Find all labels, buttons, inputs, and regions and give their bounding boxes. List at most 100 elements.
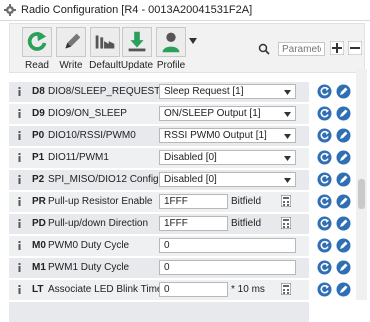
parameter-row-pr: PR Pull-up Resistor Enable 1FFF Bitfield — [9, 192, 309, 212]
refresh-icon[interactable] — [317, 216, 332, 231]
parameter-row-p2: P2 SPI_MISO/DIO12 Configuration Disabled … — [9, 170, 309, 190]
refresh-icon[interactable] — [317, 128, 332, 143]
info-icon[interactable] — [14, 108, 25, 119]
refresh-icon[interactable] — [317, 282, 332, 297]
parameter-text-field[interactable]: 0 — [159, 282, 228, 297]
calculator-icon[interactable] — [281, 217, 291, 229]
parameter-dropdown[interactable]: Disabled [0] — [159, 150, 296, 165]
parameter-code: M0 — [32, 240, 46, 251]
pencil-icon[interactable] — [336, 128, 351, 143]
info-icon[interactable] — [14, 86, 25, 97]
pencil-icon[interactable] — [336, 150, 351, 165]
dropdown-value: Disabled [0] — [164, 152, 217, 163]
info-icon[interactable] — [14, 262, 25, 273]
info-icon[interactable] — [14, 152, 25, 163]
chevron-down-icon[interactable] — [189, 38, 197, 44]
chevron-down-icon — [284, 156, 291, 161]
parameter-list: D8 DIO8/SLEEP_REQUEST Sleep Request [1] D… — [9, 69, 309, 300]
refresh-icon[interactable] — [317, 84, 332, 99]
toolbar: Read Write Default Update Profile — [9, 23, 365, 73]
refresh-icon[interactable] — [317, 106, 332, 121]
pencil-icon[interactable] — [336, 260, 351, 275]
parameter-text-field[interactable]: 1FFF — [159, 216, 228, 231]
parameter-code: D8 — [32, 86, 45, 97]
row-actions — [312, 280, 358, 300]
pencil-icon[interactable] — [336, 194, 351, 209]
pencil-icon[interactable] — [336, 238, 351, 253]
pencil-icon[interactable] — [336, 172, 351, 187]
window-title: Radio Configuration [R4 - 0013A20041531F… — [21, 4, 253, 16]
row-actions — [312, 192, 358, 212]
download-arrow-icon — [122, 27, 152, 57]
person-icon — [156, 27, 186, 57]
dropdown-value: Disabled [0] — [164, 174, 217, 185]
parameter-row-m0: M0 PWM0 Duty Cycle 0 — [9, 236, 309, 256]
parameter-row-p1: P1 DIO11/PWM1 Disabled [0] — [9, 148, 309, 168]
gear-icon — [4, 4, 16, 16]
parameter-row-d9: D9 DIO9/ON_SLEEP ON/SLEEP Output [1] — [9, 104, 309, 124]
parameter-dropdown[interactable]: Sleep Request [1] — [159, 84, 296, 99]
parameter-unit: * 10 ms — [231, 284, 265, 295]
chevron-down-icon — [284, 112, 291, 117]
pencil-icon[interactable] — [336, 282, 351, 297]
calculator-icon[interactable] — [281, 195, 291, 207]
parameter-code: D9 — [32, 108, 45, 119]
chevron-down-icon — [284, 134, 291, 139]
parameter-name: DIO8/SLEEP_REQUEST — [48, 86, 161, 97]
parameter-dropdown[interactable]: Disabled [0] — [159, 172, 296, 187]
parameter-code: P1 — [32, 152, 45, 163]
row-actions — [312, 148, 358, 168]
refresh-icon[interactable] — [317, 150, 332, 165]
parameter-row-p0: P0 DIO10/RSSI/PWM0 RSSI PWM0 Output [1] — [9, 126, 309, 146]
row-actions — [312, 126, 358, 146]
row-actions — [312, 170, 358, 190]
parameter-name: PWM1 Duty Cycle — [48, 262, 130, 273]
parameter-name: PWM0 Duty Cycle — [48, 240, 130, 251]
collapse-all-icon[interactable] — [348, 41, 362, 55]
factory-icon — [90, 27, 120, 57]
pencil-icon[interactable] — [336, 216, 351, 231]
parameter-unit: Bitfield — [231, 218, 262, 229]
parameter-text-field[interactable]: 0 — [159, 260, 296, 275]
parameter-code: P0 — [32, 130, 45, 141]
parameter-text-field[interactable]: 1FFF — [159, 194, 228, 209]
pencil-icon[interactable] — [336, 106, 351, 121]
parameter-name: Pull-up Resistor Enable — [48, 196, 153, 207]
info-icon[interactable] — [14, 284, 25, 295]
row-actions — [312, 104, 358, 124]
row-actions — [312, 214, 358, 234]
info-icon[interactable] — [14, 196, 25, 207]
parameter-dropdown[interactable]: RSSI PWM0 Output [1] — [159, 128, 296, 143]
parameter-unit: Bitfield — [231, 196, 262, 207]
read-arrow-icon — [22, 27, 52, 57]
pencil-icon[interactable] — [336, 84, 351, 99]
chevron-down-icon — [284, 90, 291, 95]
parameter-name: DIO9/ON_SLEEP — [48, 108, 127, 119]
row-actions — [312, 82, 358, 102]
calculator-icon[interactable] — [281, 283, 291, 295]
info-icon[interactable] — [14, 240, 25, 251]
info-icon[interactable] — [14, 218, 25, 229]
parameter-name: Pull-up/down Direction — [48, 218, 149, 229]
parameter-name: DIO10/RSSI/PWM0 — [48, 130, 136, 141]
info-icon[interactable] — [14, 174, 25, 185]
parameter-code: LT — [32, 284, 44, 295]
refresh-icon[interactable] — [317, 238, 332, 253]
parameter-dropdown[interactable]: ON/SLEEP Output [1] — [159, 106, 296, 121]
row-actions — [312, 236, 358, 256]
refresh-icon[interactable] — [317, 172, 332, 187]
refresh-icon[interactable] — [317, 194, 332, 209]
expand-all-icon[interactable] — [330, 41, 344, 55]
info-icon[interactable] — [14, 130, 25, 141]
parameter-row-d8: D8 DIO8/SLEEP_REQUEST Sleep Request [1] — [9, 82, 309, 102]
parameter-search-input[interactable] — [278, 42, 325, 56]
magnifier-icon — [258, 43, 270, 55]
scrollbar-thumb[interactable] — [358, 179, 365, 209]
profile-button[interactable]: Profile — [156, 27, 186, 71]
refresh-icon[interactable] — [317, 260, 332, 275]
vertical-scrollbar[interactable] — [356, 69, 367, 300]
parameter-text-field[interactable]: 0 — [159, 238, 296, 253]
parameter-row-lt: LT Associate LED Blink Time 0 * 10 ms — [9, 280, 309, 300]
parameter-code: P2 — [32, 174, 45, 185]
row-actions-column: document.write(''); — [312, 69, 358, 300]
